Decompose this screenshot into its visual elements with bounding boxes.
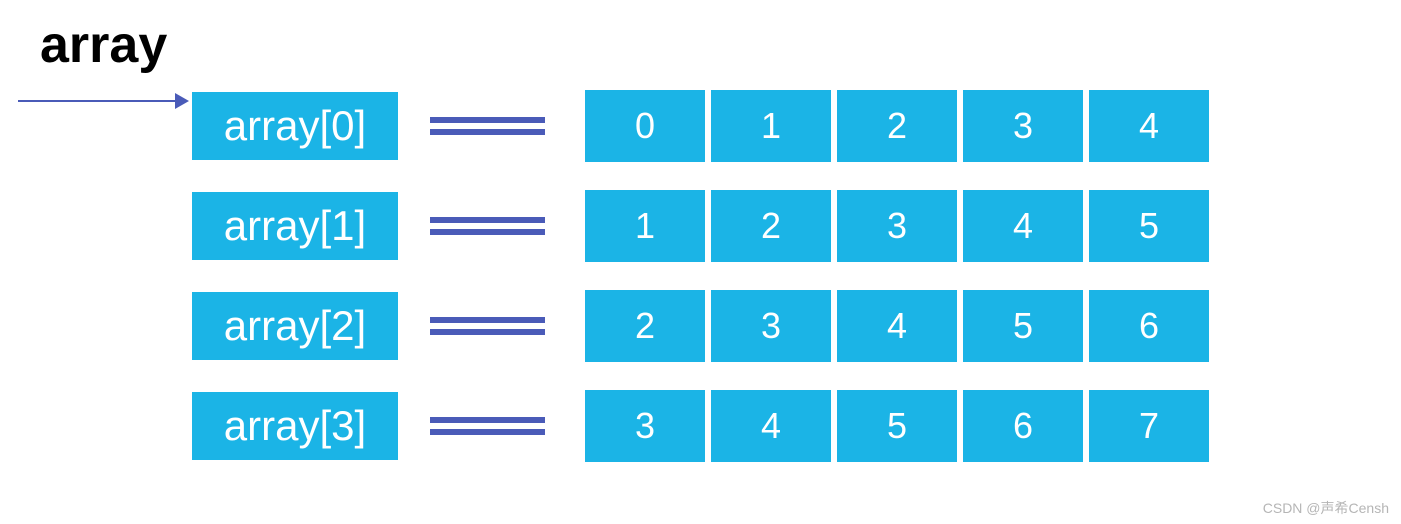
array-label-box: array[2] (190, 290, 400, 362)
cells-group: 1 2 3 4 5 (585, 190, 1209, 262)
cell: 4 (1089, 90, 1209, 162)
equals-icon (430, 117, 545, 135)
cell: 2 (711, 190, 831, 262)
array-row: array[3] 3 4 5 6 7 (190, 390, 1209, 462)
rows-container: array[0] 0 1 2 3 4 array[1] 1 2 3 4 5 ar… (190, 90, 1209, 490)
cell: 5 (963, 290, 1083, 362)
cell: 1 (711, 90, 831, 162)
cell: 3 (837, 190, 957, 262)
diagram-title: array (40, 15, 1371, 75)
cell: 6 (1089, 290, 1209, 362)
cell: 7 (1089, 390, 1209, 462)
array-row: array[0] 0 1 2 3 4 (190, 90, 1209, 162)
cell: 5 (1089, 190, 1209, 262)
cell: 5 (837, 390, 957, 462)
cell: 0 (585, 90, 705, 162)
cell: 3 (711, 290, 831, 362)
array-row: array[1] 1 2 3 4 5 (190, 190, 1209, 262)
cell: 4 (837, 290, 957, 362)
cells-group: 0 1 2 3 4 (585, 90, 1209, 162)
cell: 3 (585, 390, 705, 462)
watermark: CSDN @声希Censh (1263, 498, 1389, 518)
array-label-box: array[0] (190, 90, 400, 162)
cell: 4 (963, 190, 1083, 262)
pointer-arrow-line (18, 100, 178, 102)
cell: 2 (585, 290, 705, 362)
cell: 2 (837, 90, 957, 162)
cell: 4 (711, 390, 831, 462)
array-label-box: array[3] (190, 390, 400, 462)
cells-group: 2 3 4 5 6 (585, 290, 1209, 362)
cell: 3 (963, 90, 1083, 162)
array-row: array[2] 2 3 4 5 6 (190, 290, 1209, 362)
cell: 1 (585, 190, 705, 262)
equals-icon (430, 417, 545, 435)
pointer-arrow-head-icon (175, 93, 189, 109)
equals-icon (430, 317, 545, 335)
cell: 6 (963, 390, 1083, 462)
cells-group: 3 4 5 6 7 (585, 390, 1209, 462)
equals-icon (430, 217, 545, 235)
array-label-box: array[1] (190, 190, 400, 262)
